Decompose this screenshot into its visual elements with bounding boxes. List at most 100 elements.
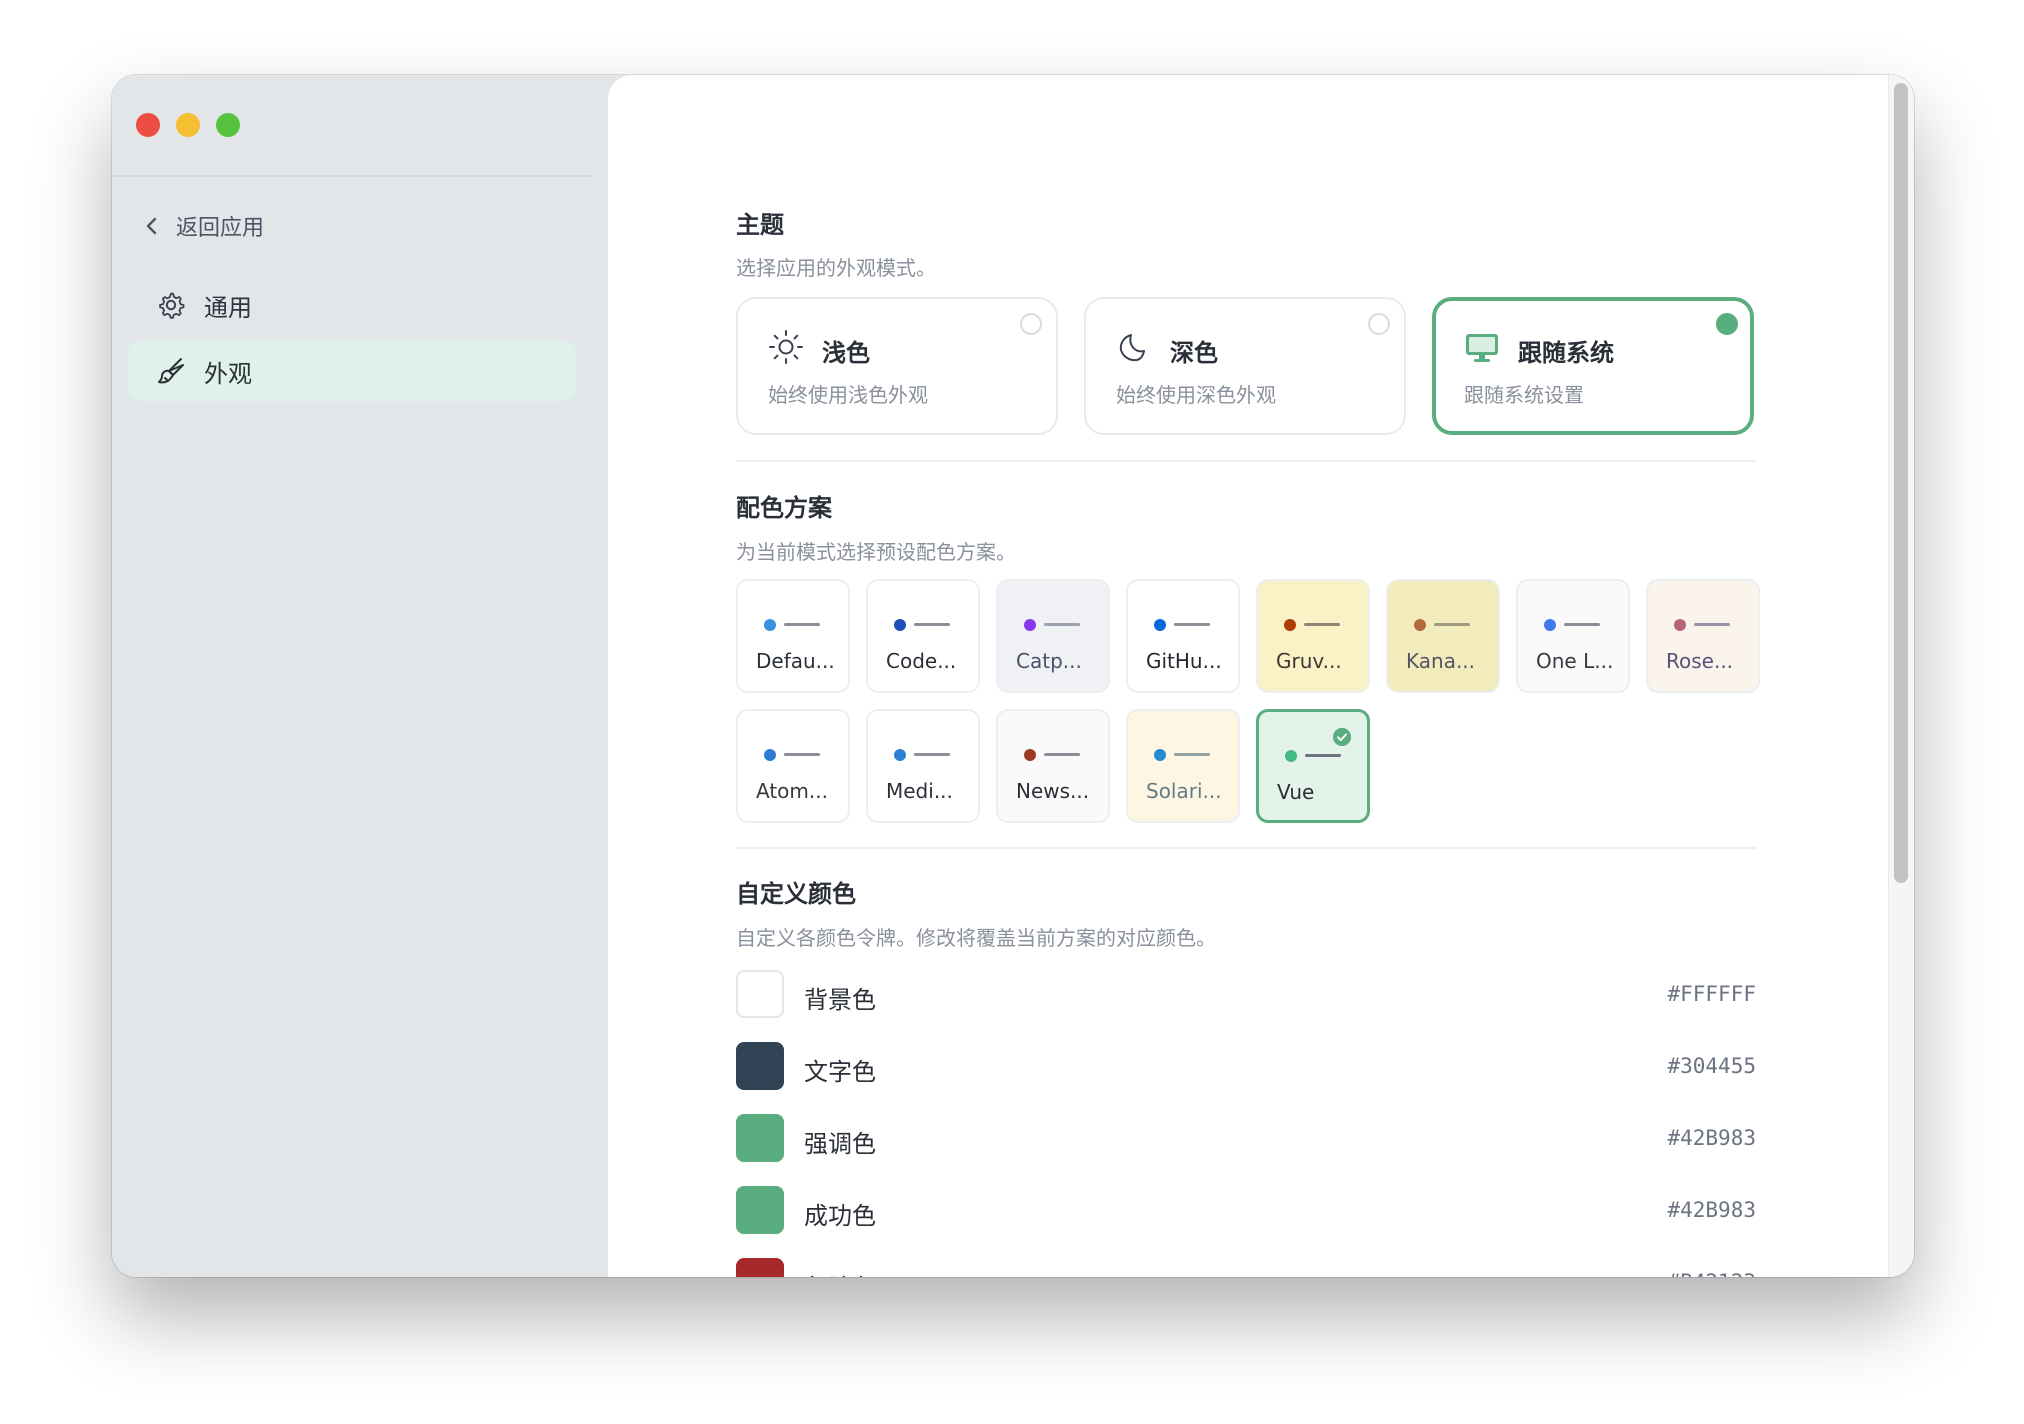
scheme-accent-dot [1674,619,1686,631]
scrollbar-thumb[interactable] [1894,83,1908,883]
scheme-accent-dot [764,749,776,761]
scheme-accent-dot [1285,750,1297,762]
theme-section-description: 选择应用的外观模式。 [736,256,936,280]
scheme-section-title: 配色方案 [736,494,832,522]
color-token-name: 成功色 [804,1202,876,1230]
color-hex-value[interactable]: #B42123 [1667,1270,1756,1277]
brush-icon [158,358,184,384]
theme-radio-selected[interactable] [1716,313,1738,335]
back-link-label: 返回应用 [176,216,265,241]
custom-color-row: 背景色 #FFFFFF [736,970,1756,1020]
scheme-accent-dot [1024,749,1036,761]
scrollbar[interactable] [1888,75,1914,1277]
theme-radio[interactable] [1020,313,1042,335]
scheme-preview-line [1434,623,1470,626]
sun-icon [769,330,803,364]
scheme-option[interactable]: Solari... [1126,709,1240,823]
scheme-option-label: Solari... [1146,779,1222,803]
custom-color-row: 强调色 #42B983 [736,1114,1756,1164]
monitor-icon [1466,334,1498,362]
custom-color-row: 危险色 #B42123 [736,1258,1756,1277]
scheme-accent-dot [894,619,906,631]
close-window-button[interactable] [136,113,160,137]
color-token-name: 文字色 [804,1058,876,1086]
scheme-option-label: Medi... [886,779,953,803]
scheme-option-label: Gruv... [1276,649,1342,673]
color-token-name: 背景色 [804,986,876,1014]
scheme-option[interactable]: News... [996,709,1110,823]
color-hex-value[interactable]: #FFFFFF [1667,982,1756,1006]
back-to-app-link[interactable]: 返回应用 [142,210,264,242]
scheme-option[interactable]: Atom... [736,709,850,823]
scheme-option-label: Vue [1277,780,1315,804]
main-panel: 主题 选择应用的外观模式。 浅色 始终使用浅色外观 深色 始终使用深色外观 跟随… [608,75,1914,1277]
theme-option-label: 跟随系统 [1518,339,1614,367]
theme-option-description: 始终使用深色外观 [1116,383,1276,407]
scheme-option[interactable]: Kana... [1386,579,1500,693]
sidebar-item-general[interactable]: 通用 [128,275,576,335]
theme-option-description: 跟随系统设置 [1464,383,1584,407]
theme-option-dark[interactable]: 深色 始终使用深色外观 [1084,297,1406,435]
scheme-accent-dot [1544,619,1556,631]
scheme-preview-line [1564,623,1600,626]
color-token-name: 强调色 [804,1130,876,1158]
settings-window: 返回应用 通用 外观 主题 选择应用的外观模式。 浅色 始终使用浅色外观 深色 … [112,75,1914,1277]
scheme-preview-line [1174,753,1210,756]
theme-option-system[interactable]: 跟随系统 跟随系统设置 [1432,297,1754,435]
custom-color-row: 文字色 #304455 [736,1042,1756,1092]
color-swatch[interactable] [736,970,784,1018]
moon-icon [1119,334,1145,362]
scheme-preview-line [1305,754,1341,757]
scheme-option-label: News... [1016,779,1090,803]
scheme-accent-dot [1414,619,1426,631]
scheme-preview-line [1174,623,1210,626]
scheme-preview-line [784,623,820,626]
custom-color-row: 成功色 #42B983 [736,1186,1756,1236]
theme-section-title: 主题 [736,211,784,239]
scheme-option-label: One L... [1536,649,1614,673]
scheme-section-description: 为当前模式选择预设配色方案。 [736,540,1016,564]
color-swatch[interactable] [736,1186,784,1234]
theme-radio[interactable] [1368,313,1390,335]
scheme-preview-line [914,753,950,756]
sidebar: 返回应用 通用 外观 [112,75,608,1277]
color-swatch[interactable] [736,1114,784,1162]
scheme-option[interactable]: Code... [866,579,980,693]
color-hex-value[interactable]: #42B983 [1667,1198,1756,1222]
scheme-option[interactable]: One L... [1516,579,1630,693]
scheme-option[interactable]: Medi... [866,709,980,823]
color-swatch[interactable] [736,1042,784,1090]
scheme-option[interactable]: Rose... [1646,579,1760,693]
zoom-window-button[interactable] [216,113,240,137]
scheme-preview-line [1694,623,1730,626]
scheme-option[interactable]: Catp... [996,579,1110,693]
scheme-option[interactable]: Vue [1256,709,1370,823]
sidebar-item-label: 外观 [204,359,252,388]
scheme-option-label: Defau... [756,649,835,673]
minimize-window-button[interactable] [176,113,200,137]
scheme-option[interactable]: Gruv... [1256,579,1370,693]
gear-icon [159,292,185,319]
scheme-option[interactable]: Defau... [736,579,850,693]
scheme-preview-line [1044,623,1080,626]
sidebar-item-appearance[interactable]: 外观 [128,341,576,401]
section-divider [736,847,1756,849]
theme-option-light[interactable]: 浅色 始终使用浅色外观 [736,297,1058,435]
sidebar-divider [112,175,592,177]
custom-section-description: 自定义各颜色令牌。修改将覆盖当前方案的对应颜色。 [736,926,1216,950]
scheme-accent-dot [1284,619,1296,631]
theme-option-label: 浅色 [822,339,870,367]
color-hex-value[interactable]: #42B983 [1667,1126,1756,1150]
scheme-option-label: Atom... [756,779,828,803]
scheme-preview-line [784,753,820,756]
scheme-preview-line [914,623,950,626]
section-divider [736,460,1756,462]
scheme-option-label: Catp... [1016,649,1082,673]
color-hex-value[interactable]: #304455 [1667,1054,1756,1078]
scheme-option-label: Rose... [1666,649,1734,673]
color-swatch[interactable] [736,1258,784,1277]
scheme-option[interactable]: GitHu... [1126,579,1240,693]
sidebar-item-label: 通用 [204,293,252,322]
theme-option-description: 始终使用浅色外观 [768,383,928,407]
scheme-accent-dot [894,749,906,761]
